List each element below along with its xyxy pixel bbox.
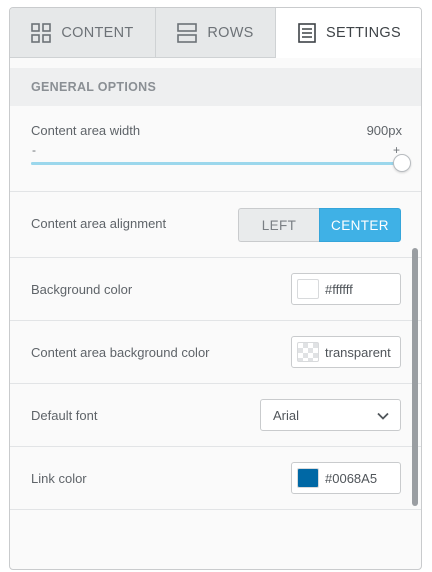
tab-bar: CONTENT ROWS SETTINGS [10, 8, 421, 58]
content-width-row: Content area width 900px - + [10, 106, 421, 192]
grid-icon [31, 22, 52, 43]
rows-icon [177, 22, 198, 43]
content-bg-color-row: Content area background color transparen… [10, 321, 421, 384]
settings-list-icon [298, 23, 316, 43]
link-color-label: Link color [31, 471, 87, 486]
default-font-row: Default font Arial [10, 384, 421, 447]
alignment-toggle: LEFT CENTER [238, 208, 401, 242]
default-font-value: Arial [273, 408, 300, 423]
content-width-label: Content area width [31, 123, 141, 138]
width-slider-fill [31, 162, 401, 165]
align-center-button[interactable]: CENTER [319, 208, 401, 242]
width-slider-thumb[interactable] [393, 154, 411, 172]
width-slider-track[interactable] [31, 162, 401, 165]
section-title: GENERAL OPTIONS [31, 80, 157, 94]
tab-rows[interactable]: ROWS [156, 8, 276, 58]
background-color-field[interactable]: #ffffff [291, 273, 401, 305]
link-color-value: #0068A5 [325, 471, 378, 486]
link-color-swatch[interactable] [297, 468, 319, 488]
alignment-row: Content area alignment LEFT CENTER [10, 192, 421, 258]
content-bg-color-field[interactable]: transparent [291, 336, 401, 368]
slider-min-label: - [32, 143, 36, 157]
background-color-value: #ffffff [325, 282, 353, 297]
alignment-label: Content area alignment [31, 216, 167, 231]
tab-settings[interactable]: SETTINGS [276, 8, 421, 58]
chevron-down-icon [376, 409, 390, 426]
default-font-select[interactable]: Arial [260, 399, 401, 431]
background-color-swatch[interactable] [297, 279, 319, 299]
section-header: GENERAL OPTIONS [10, 68, 421, 106]
tab-content[interactable]: CONTENT [10, 8, 156, 58]
align-left-button[interactable]: LEFT [238, 208, 319, 242]
default-font-label: Default font [31, 408, 98, 423]
tab-settings-label: SETTINGS [326, 25, 401, 41]
background-color-row: Background color #ffffff [10, 258, 421, 321]
content-width-value: 900px [366, 123, 402, 138]
settings-panel: CONTENT ROWS SETTINGS GENERAL OPTIONS Co… [9, 7, 422, 570]
scrollbar[interactable] [412, 248, 418, 506]
link-color-row: Link color #0068A5 [10, 447, 421, 510]
content-bg-color-value: transparent [325, 345, 391, 360]
tab-content-label: CONTENT [61, 24, 134, 41]
tab-rows-label: ROWS [207, 24, 254, 41]
content-bg-color-label: Content area background color [31, 345, 210, 360]
content-bg-color-swatch[interactable] [297, 342, 319, 362]
link-color-field[interactable]: #0068A5 [291, 462, 401, 494]
background-color-label: Background color [31, 282, 133, 297]
